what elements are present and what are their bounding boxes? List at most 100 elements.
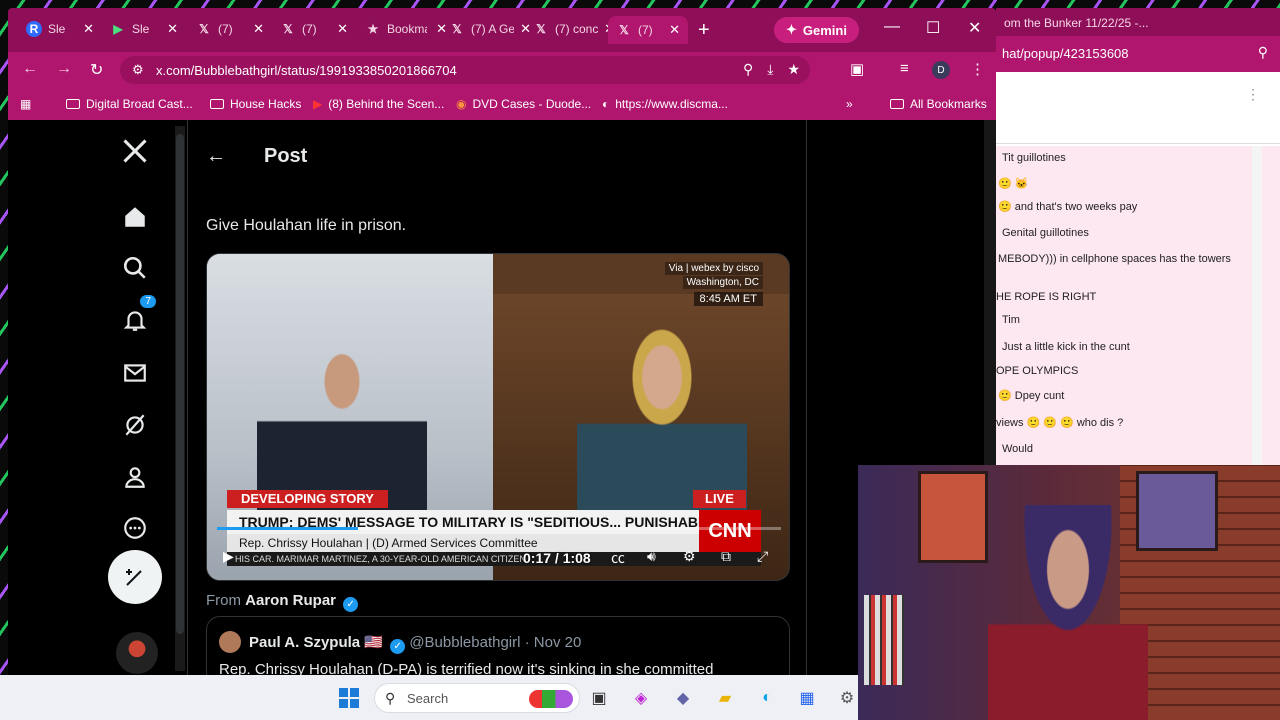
- grok-icon[interactable]: [118, 408, 152, 442]
- tab-label: (7) A Ge: [471, 22, 515, 36]
- site-info-icon[interactable]: ⚙: [132, 62, 144, 78]
- install-icon[interactable]: ⤓: [767, 61, 773, 78]
- tab-7[interactable]: 𝕏 (7) conc ✕: [533, 18, 615, 40]
- account-avatar[interactable]: [116, 632, 158, 674]
- compose-post-button[interactable]: [108, 550, 162, 604]
- store-icon[interactable]: ▦: [796, 687, 818, 709]
- quote-text: Rep. Chrissy Houlahan (D-PA) is terrifie…: [219, 661, 714, 675]
- verified-badge-icon: ✓: [390, 639, 406, 654]
- bookmark-item[interactable]: House Hacks: [210, 97, 301, 111]
- fullscreen-icon[interactable]: ⤢: [757, 548, 768, 565]
- close-tab-icon[interactable]: ✕: [520, 21, 531, 37]
- developing-story-banner: DEVELOPING STORY: [227, 490, 388, 508]
- picture-in-picture-icon[interactable]: ⧉: [721, 548, 731, 565]
- x-logo-icon: 𝕏: [283, 22, 293, 36]
- all-bookmarks[interactable]: All Bookmarks: [890, 97, 987, 111]
- x-logo-icon: 𝕏: [199, 22, 209, 36]
- profile-avatar[interactable]: D: [932, 61, 950, 79]
- bookmark-item[interactable]: ◉ DVD Cases - Duode...: [456, 97, 591, 111]
- bookmark-star-icon[interactable]: ★: [787, 61, 800, 78]
- close-window-icon[interactable]: ✕: [968, 18, 981, 38]
- gemini-label: Gemini: [802, 22, 847, 38]
- close-tab-icon[interactable]: ✕: [436, 21, 447, 37]
- taskbar-search-box[interactable]: ⚲ Search: [374, 683, 580, 713]
- news-ticker: HIS CAR. MARIMAR MARTINEZ, A 30-YEAR-OLD…: [227, 552, 761, 566]
- messages-envelope-icon[interactable]: [118, 356, 152, 390]
- media-control-icon[interactable]: ≡: [900, 60, 909, 77]
- x-logo-icon[interactable]: [118, 134, 152, 168]
- close-tab-icon[interactable]: ✕: [253, 21, 264, 37]
- chat-message-list: Tit guillotines 🙂 🐱 🙂 and that's two wee…: [996, 146, 1280, 465]
- search-icon[interactable]: ⚲: [1258, 44, 1268, 61]
- address-bar[interactable]: ⚙ x.com/Bubblebathgirl/status/1991933850…: [120, 56, 810, 84]
- back-arrow-icon[interactable]: ←: [206, 145, 226, 168]
- settings-gear-icon[interactable]: ⚙: [683, 548, 696, 565]
- menu-kebab-icon[interactable]: ⋮: [970, 60, 985, 78]
- task-view-icon[interactable]: ▣: [588, 687, 610, 709]
- nav-scrollbar[interactable]: [175, 126, 185, 671]
- bookmark-label: https://www.discma...: [615, 97, 728, 111]
- gemini-sparkle-icon: ✦: [786, 22, 797, 37]
- zoom-icon[interactable]: ⚲: [743, 61, 753, 78]
- chat-menu-kebab-icon[interactable]: ⋮: [1246, 86, 1260, 103]
- quote-author-name[interactable]: Paul A. Szypula 🇺🇸: [249, 634, 383, 651]
- new-tab-button[interactable]: +: [698, 19, 710, 42]
- bookmarks-bar: ▦ Digital Broad Cast... House Hacks ▶ (8)…: [8, 88, 996, 120]
- back-arrow-icon[interactable]: ←: [22, 60, 38, 78]
- tab-2[interactable]: ▶ Sle ✕: [110, 18, 178, 40]
- bookmark-item[interactable]: Digital Broad Cast...: [66, 97, 193, 111]
- app-icon[interactable]: ⚙: [836, 687, 858, 709]
- video-player[interactable]: Via | webex by cisco Washington, DC 8:45…: [206, 253, 790, 581]
- edge-icon[interactable]: ◐: [756, 687, 778, 709]
- gemini-button[interactable]: ✦ Gemini: [774, 17, 859, 43]
- wall-poster: [918, 471, 988, 563]
- chat-message: Genital guillotines: [1002, 227, 1089, 239]
- apps-grid-icon[interactable]: ▦: [20, 97, 31, 111]
- tab-3[interactable]: 𝕏 (7) ✕: [196, 18, 264, 40]
- file-explorer-icon[interactable]: ▰: [714, 687, 736, 709]
- reload-icon[interactable]: ↻: [90, 60, 103, 80]
- tab-label: Sle: [132, 22, 150, 36]
- video-progress-bar[interactable]: [217, 527, 781, 530]
- close-tab-icon[interactable]: ✕: [83, 21, 94, 37]
- bookmark-item[interactable]: ▶ (8) Behind the Scen...: [313, 97, 444, 111]
- tab-6[interactable]: 𝕏 (7) A Ge ✕: [449, 18, 531, 40]
- tab-4[interactable]: 𝕏 (7) ✕: [280, 18, 348, 40]
- quote-author-avatar[interactable]: [219, 631, 241, 653]
- more-bookmarks-icon[interactable]: »: [846, 97, 853, 111]
- tab-search-icon[interactable]: ▣: [850, 60, 864, 78]
- tab-5[interactable]: ★ Bookma ✕: [365, 18, 447, 40]
- guest-figure: [577, 324, 747, 514]
- captions-icon[interactable]: ㏄: [611, 548, 625, 568]
- minimize-icon[interactable]: —: [884, 18, 900, 36]
- tab-active[interactable]: 𝕏 (7) ✕: [608, 16, 688, 44]
- play-icon[interactable]: ▶: [223, 548, 234, 565]
- windows-start-icon[interactable]: [338, 687, 360, 709]
- chat-address-bar[interactable]: hat/popup/423153608 ⚲: [996, 36, 1280, 72]
- close-tab-icon[interactable]: ✕: [337, 21, 348, 37]
- chat-message: HE ROPE IS RIGHT: [996, 291, 1097, 303]
- profile-icon[interactable]: [118, 460, 152, 494]
- scrollbar-thumb[interactable]: [176, 134, 184, 634]
- copilot-icon[interactable]: ◈: [630, 687, 652, 709]
- search-icon[interactable]: [118, 251, 152, 285]
- more-circle-icon[interactable]: [118, 511, 152, 545]
- tab-1[interactable]: R Sle ✕: [26, 18, 94, 40]
- tab-label: (7): [638, 23, 653, 37]
- forward-arrow-icon[interactable]: →: [56, 60, 72, 78]
- bookmark-item[interactable]: ◐ https://www.discma...: [602, 97, 728, 111]
- from-prefix: From: [206, 592, 241, 609]
- notifications-bell-icon[interactable]: 7: [118, 295, 156, 337]
- volume-icon[interactable]: 🔊︎: [647, 548, 656, 565]
- chat-scrollbar[interactable]: [1252, 146, 1262, 465]
- x-logo-icon: 𝕏: [452, 22, 462, 36]
- teams-icon[interactable]: ◆: [672, 687, 694, 709]
- close-tab-icon[interactable]: ✕: [669, 22, 680, 38]
- streamer-figure: [988, 505, 1148, 720]
- maximize-icon[interactable]: ☐: [926, 18, 940, 38]
- quoted-post[interactable]: Paul A. Szypula 🇺🇸 ✓ @Bubblebathgirl · N…: [206, 616, 790, 675]
- home-icon[interactable]: [118, 200, 152, 234]
- chyron-headline: TRUMP: DEMS' MESSAGE TO MILITARY IS "SED…: [227, 510, 699, 534]
- close-tab-icon[interactable]: ✕: [167, 21, 178, 37]
- source-author-link[interactable]: Aaron Rupar: [245, 592, 336, 609]
